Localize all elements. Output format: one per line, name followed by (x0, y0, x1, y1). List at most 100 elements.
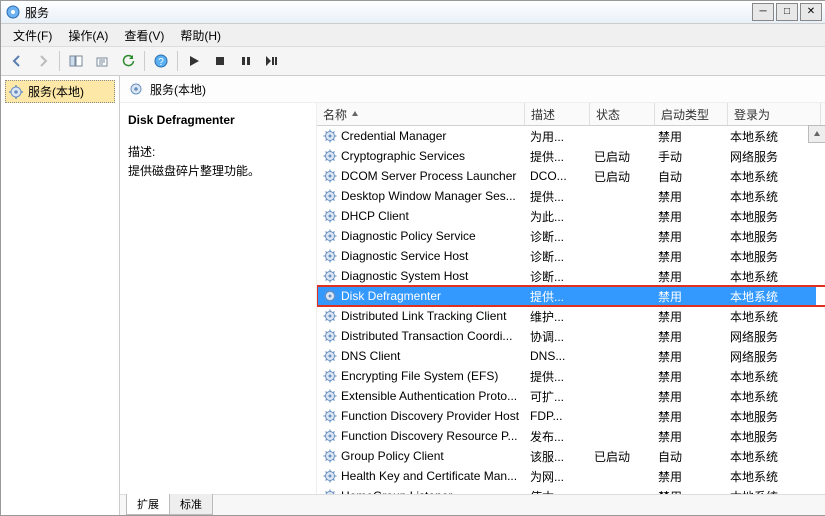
service-status: 已启动 (588, 146, 652, 166)
description-text: 提供磁盘碎片整理功能。 (128, 162, 308, 179)
service-row[interactable]: Distributed Link Tracking Client维护...禁用本… (317, 306, 825, 326)
service-name: DHCP Client (341, 209, 409, 223)
service-row[interactable]: DHCP Client为此...禁用本地服务 (317, 206, 825, 226)
service-row[interactable]: DNS ClientDNS...禁用网络服务 (317, 346, 825, 366)
service-name: Desktop Window Manager Ses... (341, 189, 516, 203)
help-button[interactable]: ? (149, 49, 173, 73)
service-desc: 提供... (524, 366, 588, 386)
tab-standard[interactable]: 标准 (169, 494, 213, 515)
service-row[interactable]: DCOM Server Process LauncherDCO...已启动自动本… (317, 166, 825, 186)
back-button[interactable] (5, 49, 29, 73)
service-startup: 禁用 (652, 486, 724, 494)
gear-icon (323, 309, 337, 323)
gear-icon (323, 449, 337, 463)
service-status (588, 206, 652, 226)
service-desc: DCO... (524, 166, 588, 186)
gear-icon (128, 81, 144, 97)
export-button[interactable] (90, 49, 114, 73)
service-desc: 提供... (524, 186, 588, 206)
service-name: DCOM Server Process Launcher (341, 169, 516, 183)
service-logon: 本地系统 (724, 446, 816, 466)
tree-root-services[interactable]: 服务(本地) (5, 80, 115, 103)
service-name: Disk Defragmenter (341, 289, 441, 303)
service-startup: 禁用 (652, 406, 724, 426)
gear-icon (323, 189, 337, 203)
scroll-up-button[interactable] (808, 125, 825, 143)
maximize-button[interactable]: □ (776, 3, 798, 21)
tab-extended[interactable]: 扩展 (126, 494, 170, 515)
service-logon: 本地系统 (724, 466, 816, 486)
service-row[interactable]: Diagnostic Policy Service诊断...禁用本地服务 (317, 226, 825, 246)
service-startup: 禁用 (652, 206, 724, 226)
restart-service-button[interactable] (260, 49, 284, 73)
menu-action[interactable]: 操作(A) (62, 25, 114, 46)
service-logon: 本地服务 (724, 226, 816, 246)
menu-file[interactable]: 文件(F) (7, 25, 58, 46)
service-startup: 禁用 (652, 326, 724, 346)
col-header-status[interactable]: 状态 (590, 103, 655, 125)
service-name: Function Discovery Provider Host (341, 409, 519, 423)
service-logon: 本地系统 (724, 366, 816, 386)
service-row[interactable]: Cryptographic Services提供...已启动手动网络服务 (317, 146, 825, 166)
service-status (588, 426, 652, 446)
service-startup: 禁用 (652, 466, 724, 486)
service-name: Function Discovery Resource P... (341, 429, 518, 443)
service-status (588, 366, 652, 386)
service-startup: 禁用 (652, 226, 724, 246)
selected-service-name: Disk Defragmenter (128, 113, 308, 127)
service-startup: 手动 (652, 146, 724, 166)
minimize-button[interactable]: ─ (752, 3, 774, 21)
service-name: Cryptographic Services (341, 149, 465, 163)
service-row[interactable]: Diagnostic Service Host诊断...禁用本地服务 (317, 246, 825, 266)
service-status (588, 386, 652, 406)
gear-icon (323, 129, 337, 143)
service-startup: 禁用 (652, 186, 724, 206)
service-name: Health Key and Certificate Man... (341, 469, 517, 483)
service-row[interactable]: Desktop Window Manager Ses... 提供... 禁用本地系统 (317, 186, 825, 206)
service-logon: 本地系统 (724, 126, 816, 146)
service-row[interactable]: Encrypting File System (EFS)提供...禁用本地系统 (317, 366, 825, 386)
service-row[interactable]: Extensible Authentication Proto...可扩...禁… (317, 386, 825, 406)
service-startup: 禁用 (652, 366, 724, 386)
gear-icon (323, 369, 337, 383)
titlebar: 服务 ─ □ ✕ (1, 1, 825, 24)
col-header-name[interactable]: 名称 (317, 103, 525, 125)
service-name: Diagnostic System Host (341, 269, 468, 283)
service-logon: 网络服务 (724, 326, 816, 346)
forward-button[interactable] (31, 49, 55, 73)
gear-icon (323, 409, 337, 423)
service-status (588, 306, 652, 326)
service-startup: 自动 (652, 166, 724, 186)
show-hide-tree-button[interactable] (64, 49, 88, 73)
gear-icon (323, 469, 337, 483)
service-logon: 本地系统 (724, 186, 816, 206)
gear-icon (323, 249, 337, 263)
description-panel: Disk Defragmenter 描述: 提供磁盘碎片整理功能。 (120, 103, 317, 494)
service-row[interactable]: Diagnostic System Host诊断...禁用本地系统 (317, 266, 825, 286)
service-row[interactable]: Group Policy Client该服...已启动自动本地系统 (317, 446, 825, 466)
stop-service-button[interactable] (208, 49, 232, 73)
start-service-button[interactable] (182, 49, 206, 73)
close-button[interactable]: ✕ (800, 3, 822, 21)
service-desc: 提供... (524, 286, 588, 306)
service-row[interactable]: Function Discovery Resource P...发布...禁用本… (317, 426, 825, 446)
col-header-desc[interactable]: 描述 (525, 103, 590, 125)
description-label: 描述: (128, 143, 308, 160)
gear-icon (323, 169, 337, 183)
service-row[interactable]: HomeGroup Listener使本...禁用本地系统 (317, 486, 825, 494)
col-header-startup[interactable]: 启动类型 (655, 103, 728, 125)
menu-help[interactable]: 帮助(H) (174, 25, 227, 46)
refresh-button[interactable] (116, 49, 140, 73)
service-logon: 本地服务 (724, 406, 816, 426)
service-row[interactable]: Credential Manager为用...禁用本地系统 (317, 126, 825, 146)
service-row[interactable]: Disk Defragmenter提供...禁用本地系统 (317, 286, 825, 306)
menu-view[interactable]: 查看(V) (118, 25, 170, 46)
pause-service-button[interactable] (234, 49, 258, 73)
svg-text:?: ? (158, 57, 164, 68)
col-header-logon[interactable]: 登录为 (728, 103, 821, 125)
service-row[interactable]: Health Key and Certificate Man...为网...禁用… (317, 466, 825, 486)
service-row[interactable]: Distributed Transaction Coordi...协调...禁用… (317, 326, 825, 346)
service-name: Distributed Link Tracking Client (341, 309, 506, 323)
service-logon: 本地系统 (724, 486, 816, 494)
service-row[interactable]: Function Discovery Provider HostFDP...禁用… (317, 406, 825, 426)
